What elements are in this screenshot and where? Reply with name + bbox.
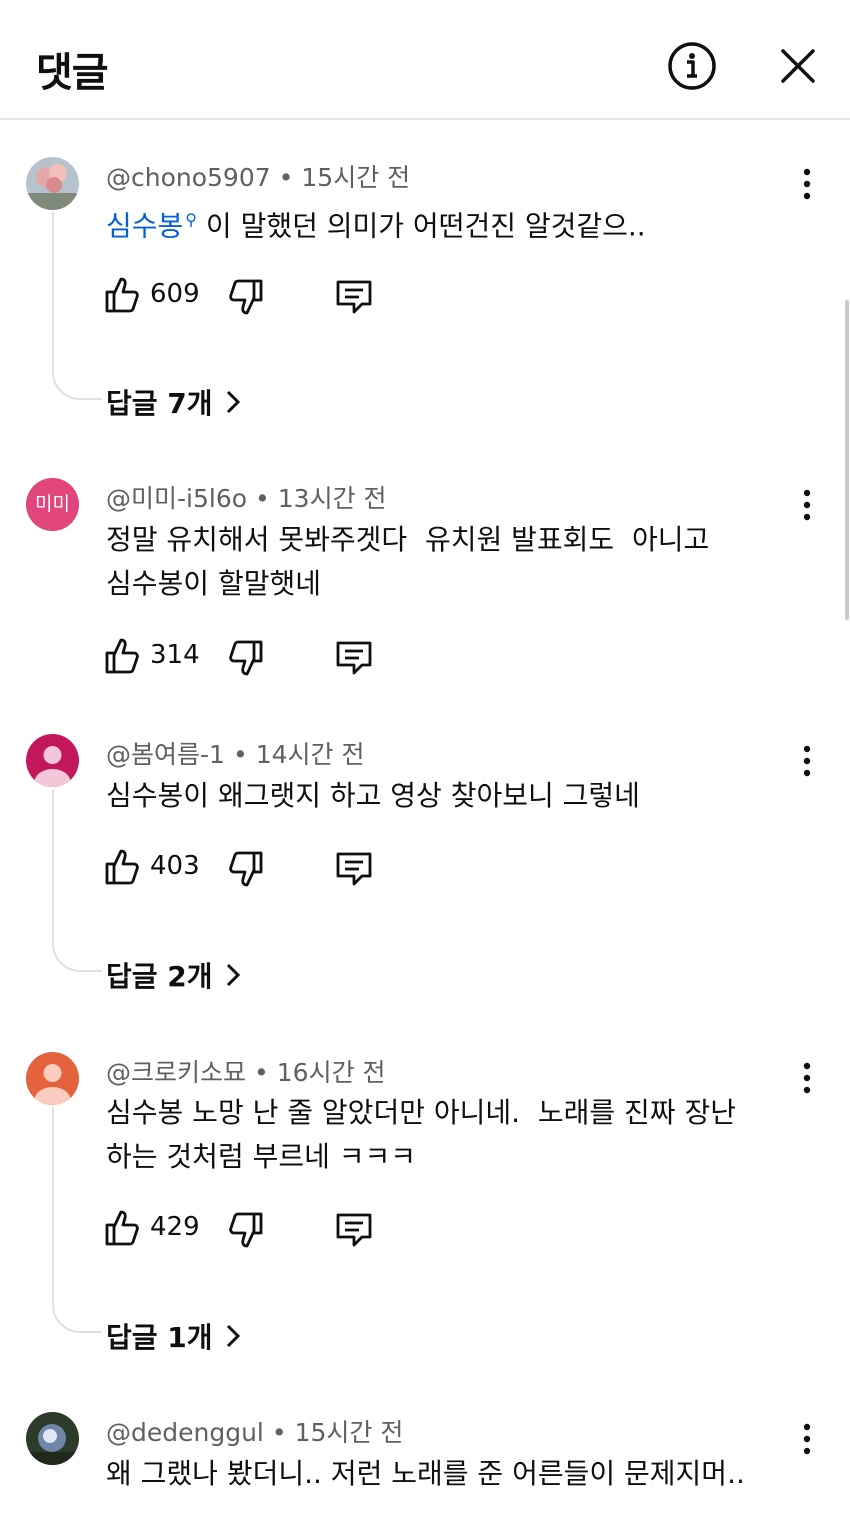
mention-link[interactable]: 심수봉 — [106, 209, 183, 242]
comment-icon — [336, 641, 372, 675]
comment-author[interactable]: @봄여름-1 — [106, 740, 225, 769]
avatar[interactable] — [26, 1412, 79, 1465]
thread-line — [52, 212, 102, 400]
comment-icon — [336, 280, 372, 314]
comment-author[interactable]: @dedenggul — [106, 1418, 264, 1447]
chevron-right-icon — [225, 1323, 241, 1356]
like-button[interactable] — [104, 1208, 140, 1248]
comment-meta: @미미-i5l6o • 13시간 전 — [106, 484, 387, 513]
like-count: 429 — [150, 1212, 200, 1242]
scrollbar[interactable] — [845, 300, 849, 620]
comment-time: 13시간 전 — [277, 484, 387, 513]
more-vertical-icon — [803, 168, 811, 200]
default-avatar-icon — [34, 746, 71, 787]
chevron-right-icon — [225, 389, 241, 422]
chevron-right-icon — [225, 962, 241, 995]
replies-label: 답글 1개 — [106, 1321, 213, 1354]
thumbs-up-icon — [105, 849, 139, 885]
like-count: 403 — [150, 851, 200, 881]
comment-meta: @chono5907 • 15시간 전 — [106, 163, 411, 192]
more-options-button[interactable] — [793, 1060, 821, 1100]
thread-line — [52, 1107, 102, 1333]
comment-meta: @크로키소묘 • 16시간 전 — [106, 1058, 386, 1087]
comment-time: 14시간 전 — [255, 740, 365, 769]
info-circle-icon — [668, 42, 716, 90]
search-icon: ⚲ — [185, 210, 197, 229]
thumbs-down-icon — [229, 851, 263, 887]
thumbs-up-icon — [105, 1210, 139, 1246]
dislike-button[interactable] — [228, 1210, 264, 1250]
more-options-button[interactable] — [793, 1421, 821, 1461]
close-button[interactable] — [775, 43, 821, 89]
view-replies-button[interactable]: 답글 2개 — [106, 955, 241, 995]
comment-time: 16시간 전 — [276, 1058, 386, 1087]
reply-button[interactable] — [334, 277, 374, 317]
more-vertical-icon — [803, 1062, 811, 1094]
thumbs-down-icon — [229, 1212, 263, 1248]
thumbs-down-icon — [229, 640, 263, 676]
comment-text: 심수봉 노망 난 줄 알았더만 아니네. 노래를 진짜 장난 하는 것처럼 부르… — [106, 1096, 745, 1173]
more-options-button[interactable] — [793, 166, 821, 206]
comment-text: 심수봉이 왜그랫지 하고 영상 찾아보니 그렇네 — [106, 779, 640, 812]
more-options-button[interactable] — [793, 743, 821, 783]
comments-header: 댓글 — [0, 0, 850, 120]
comment-author[interactable]: @chono5907 — [106, 163, 271, 192]
like-button[interactable] — [104, 847, 140, 887]
more-options-button[interactable] — [793, 487, 821, 527]
avatar[interactable]: 미미 — [26, 478, 79, 531]
dislike-button[interactable] — [228, 849, 264, 889]
reply-button[interactable] — [334, 849, 374, 889]
comment-meta: @dedenggul • 15시간 전 — [106, 1418, 404, 1447]
thumbs-up-icon — [105, 638, 139, 674]
dislike-button[interactable] — [228, 638, 264, 678]
like-count: 609 — [150, 279, 200, 309]
view-replies-button[interactable]: 답글 7개 — [106, 382, 241, 422]
avatar-initials: 미미 — [35, 493, 70, 515]
default-avatar-icon — [34, 1064, 71, 1105]
comment-text-body: 이 말했던 의미가 어떤건진 알것같으.. — [205, 209, 646, 243]
comment-time: 15시간 전 — [301, 163, 411, 192]
avatar[interactable] — [26, 1052, 79, 1105]
avatar[interactable] — [26, 734, 79, 787]
comment-author[interactable]: @미미-i5l6o — [106, 484, 247, 513]
more-vertical-icon — [803, 489, 811, 521]
replies-label: 답글 2개 — [106, 960, 213, 993]
comment-text: 심수봉 ⚲ 이 말했던 의미가 어떤건진 알것같으.. — [106, 198, 796, 248]
comment-text: 정말 유치해서 못봐주겟다 유치원 발표회도 아니고 심수봉이 할말햇네 — [106, 523, 719, 600]
like-button[interactable] — [104, 275, 140, 315]
view-replies-button[interactable]: 답글 1개 — [106, 1316, 241, 1356]
comment-icon — [336, 1213, 372, 1247]
reply-button[interactable] — [334, 1210, 374, 1250]
comment-time: 15시간 전 — [294, 1418, 404, 1447]
comment-meta: @봄여름-1 • 14시간 전 — [106, 740, 365, 769]
replies-label: 답글 7개 — [106, 387, 213, 420]
more-vertical-icon — [803, 745, 811, 777]
thumbs-down-icon — [229, 279, 263, 315]
info-button[interactable] — [666, 40, 718, 92]
avatar[interactable] — [26, 157, 79, 210]
like-button[interactable] — [104, 636, 140, 676]
comment-icon — [336, 852, 372, 886]
more-vertical-icon — [803, 1423, 811, 1455]
reply-button[interactable] — [334, 638, 374, 678]
comment-text: 왜 그랬나 봤더니.. 저런 노래를 준 어른들이 문제지머.. — [106, 1457, 745, 1490]
thread-line — [52, 790, 102, 972]
close-icon — [781, 49, 815, 83]
like-count: 314 — [150, 640, 200, 670]
thumbs-up-icon — [105, 277, 139, 313]
comment-author[interactable]: @크로키소묘 — [106, 1058, 246, 1087]
page-title: 댓글 — [36, 50, 109, 96]
dislike-button[interactable] — [228, 277, 264, 317]
